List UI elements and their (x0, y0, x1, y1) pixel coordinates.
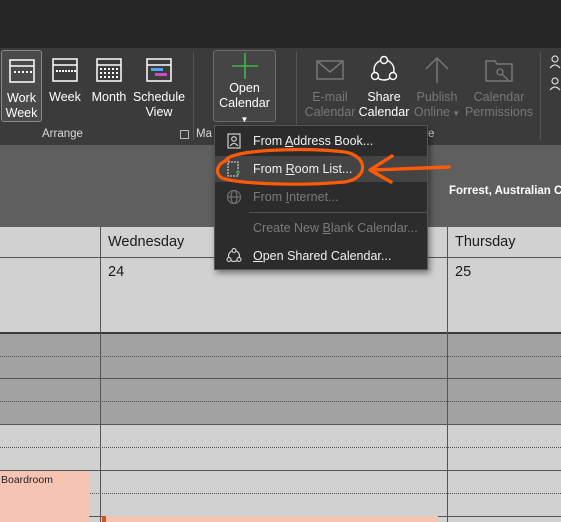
share-calendar-button[interactable]: Share Calendar (357, 50, 411, 122)
schedule-view-label-1: Schedule (132, 90, 186, 104)
appointment-block[interactable] (102, 516, 438, 522)
menu-item-label: Create New Blank Calendar... (253, 221, 418, 235)
month-button[interactable]: Month (88, 50, 130, 122)
publish-online-label-2: Online ▼ (413, 105, 461, 119)
menu-item-create-new-blank-calendar[interactable]: Create New Blank Calendar... (215, 215, 427, 241)
publish-online-label-1: Publish (416, 90, 458, 104)
schedule-view-label-2: View (145, 105, 173, 119)
work-week-button[interactable]: Work Week (1, 50, 42, 122)
schedule-view-icon (145, 50, 173, 90)
share-calendar-label-1: Share (367, 90, 401, 104)
open-calendar-label-2: Calendar ▼ (219, 96, 270, 124)
calendar-permissions-label-2: Permissions (464, 105, 534, 119)
day-header-thursday[interactable]: Thursday (447, 227, 561, 257)
menu-item-from-address-book[interactable]: From Address Book... (215, 128, 427, 154)
month-icon (95, 50, 123, 90)
week-label: Week (49, 90, 81, 104)
manage-group-label: Ma (196, 128, 212, 140)
appointment-boardroom[interactable]: Boardroom (0, 471, 89, 522)
menu-item-from-internet[interactable]: From Internet... (215, 184, 427, 210)
share-group-label: e (428, 128, 435, 140)
after-hours-slots (0, 334, 561, 424)
work-week-icon (8, 51, 36, 91)
hour-line (0, 378, 561, 379)
share-icon (369, 50, 399, 90)
room-list-icon (215, 161, 253, 177)
publish-online-button[interactable]: Publish Online ▼ (413, 50, 461, 122)
email-calendar-button[interactable]: E-mail Calendar (302, 50, 358, 122)
menu-item-label: Open Shared Calendar... (253, 249, 392, 263)
plus-icon (230, 51, 260, 81)
open-calendar-button[interactable]: Open Calendar ▼ (213, 50, 276, 124)
globe-icon (215, 189, 253, 205)
calendar-owner-name: Forrest, Australian C (449, 185, 561, 197)
week-button[interactable]: Week (46, 50, 84, 122)
work-week-label-1: Work (7, 91, 36, 105)
menu-item-open-shared-calendar[interactable]: Open Shared Calendar... (215, 243, 427, 269)
open-calendar-label-1: Open (229, 81, 260, 95)
week-icon (51, 50, 79, 90)
upload-arrow-icon (424, 50, 450, 90)
menu-item-from-room-list[interactable]: From Room List... (215, 156, 427, 182)
half-hour-line (0, 447, 561, 448)
schedule-view-button[interactable]: Schedule View (132, 50, 186, 122)
work-week-label-2: Week (5, 106, 38, 120)
people-icon[interactable] (548, 54, 561, 99)
ribbon-separator-3 (540, 52, 541, 140)
ribbon-separator (193, 52, 194, 140)
share-calendar-label-2: Calendar (358, 105, 410, 119)
half-hour-line (0, 356, 561, 357)
menu-separator (249, 212, 427, 213)
menu-item-label: From Internet... (253, 190, 339, 204)
open-calendar-menu: From Address Book... From Room List... F… (214, 125, 428, 270)
dialog-launcher-icon[interactable] (180, 130, 189, 139)
calendar-permissions-label-1: Calendar (473, 90, 525, 104)
envelope-icon (315, 50, 345, 90)
window-title-bar (0, 0, 561, 48)
menu-item-label: From Room List... (253, 162, 353, 176)
shared-calendar-icon (215, 248, 253, 264)
month-label: Month (91, 90, 127, 104)
email-calendar-label-1: E-mail (312, 90, 348, 104)
chevron-down-icon: ▼ (240, 115, 249, 124)
folder-key-icon (483, 50, 515, 90)
half-hour-line (0, 401, 561, 402)
date-cell-25[interactable]: 25 (447, 257, 561, 333)
email-calendar-label-2: Calendar (304, 105, 356, 119)
arrange-group-label: Arrange (42, 128, 83, 140)
menu-item-label: From Address Book... (253, 134, 374, 148)
address-book-icon (215, 133, 253, 149)
calendar-permissions-button[interactable]: Calendar Permissions (463, 50, 535, 122)
hour-line (0, 424, 561, 425)
